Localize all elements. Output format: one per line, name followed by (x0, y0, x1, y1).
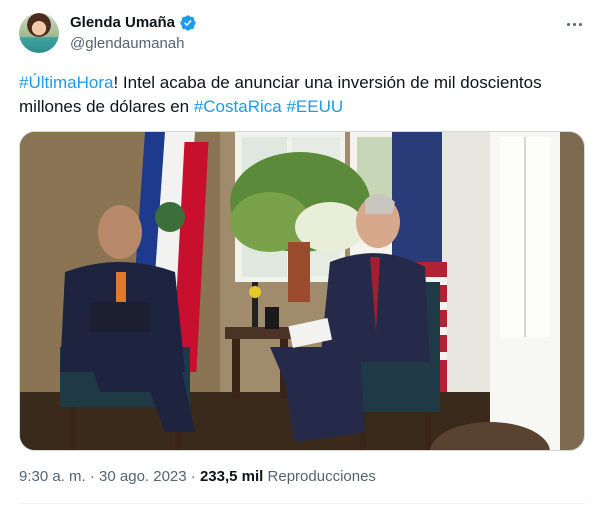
tweet-photo[interactable] (19, 131, 585, 451)
meta-separator: · (186, 468, 200, 485)
author-handle[interactable]: @glendaumanah (70, 34, 184, 54)
divider (19, 503, 585, 504)
verified-badge-icon (179, 14, 197, 32)
views-count: 233,5 mil (199, 468, 264, 485)
tweet-timestamp[interactable]: 9:30 a. m. · 30 ago. 2023 (19, 468, 187, 485)
author-avatar[interactable] (19, 13, 59, 53)
hashtag-ultimahora[interactable]: #ÚltimaHora (19, 73, 113, 92)
author-display-name[interactable]: Glenda Umaña (70, 13, 175, 33)
views-label: Reproducciones (267, 468, 376, 485)
tweet-text: #ÚltimaHora! Intel acaba de anunciar una… (19, 71, 584, 119)
author-name-row: Glenda Umaña (70, 13, 197, 33)
tweet-card: Glenda Umaña @glendaumanah #ÚltimaHora! … (0, 0, 600, 508)
hashtag-costarica[interactable]: #CostaRica (194, 97, 282, 116)
hashtag-eeuu[interactable]: #EEUU (286, 97, 343, 116)
more-horizontal-icon[interactable] (560, 14, 588, 34)
tweet-meta: 9:30 a. m. · 30 ago. 2023 · 233,5 mil Re… (19, 467, 376, 487)
